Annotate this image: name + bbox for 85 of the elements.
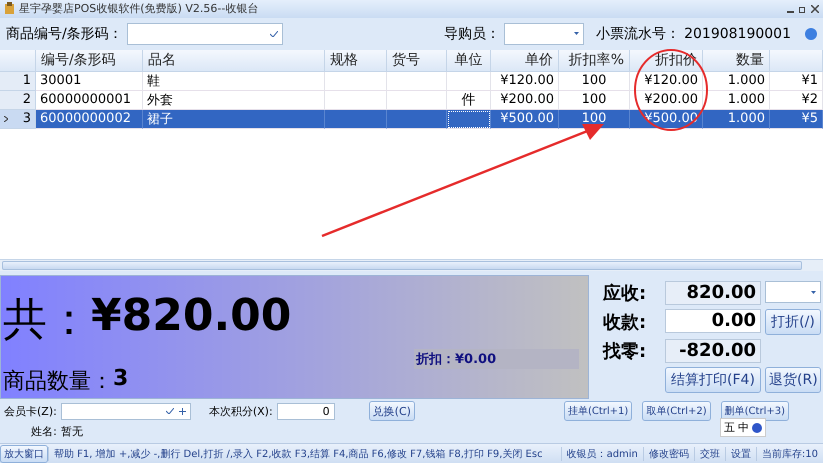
app-icon <box>4 2 15 16</box>
table-cell: 60000000002 <box>36 110 143 129</box>
status-item: 收银员：admin <box>560 446 643 461</box>
table-cell: ¥1 <box>770 72 823 91</box>
table-cell: 鞋 <box>143 72 325 91</box>
column-header[interactable]: 规格 <box>325 50 387 72</box>
table-cell <box>387 110 447 129</box>
discount-combo[interactable] <box>765 281 821 304</box>
help-icon[interactable] <box>752 422 762 432</box>
member-card-label: 会员卡(Z): <box>4 404 57 419</box>
total-label: 共： <box>3 293 91 348</box>
points-label: 本次积分(X): <box>208 404 273 419</box>
plus-icon[interactable] <box>178 408 186 415</box>
shortcut-help: 帮助 F1, 增加 +,减少 -,删行 Del,打折 /,录入 F2,收款 F3,结算 F4,商品 F6,修改 F7,钱箱 F8,打印 F9,关闭 Esc <box>48 446 561 461</box>
check-icon <box>166 408 174 414</box>
barcode-combo[interactable] <box>126 22 283 45</box>
guide-combo[interactable] <box>504 22 584 45</box>
payment-label: 找零: <box>603 340 648 364</box>
row-header[interactable]: 2 <box>0 90 36 110</box>
ime-toolbar[interactable]: 五 中 <box>720 418 766 437</box>
column-header[interactable]: 编号/条形码 <box>36 50 143 72</box>
count-label: 商品数量： <box>3 368 113 396</box>
table-cell <box>325 72 387 91</box>
row-number: 1 <box>22 73 31 88</box>
redeem-button[interactable]: 兑换(C) <box>368 401 415 422</box>
table-cell: ¥120.00 <box>491 72 559 91</box>
points-field[interactable]: 0 <box>276 402 335 420</box>
column-header[interactable]: 货号 <box>387 50 447 72</box>
close-icon[interactable] <box>811 4 819 13</box>
amount-field[interactable]: 0.00 <box>665 309 761 334</box>
table-cell: 30001 <box>36 72 143 91</box>
checkout-button[interactable]: 结算打印(F4) <box>665 367 761 394</box>
discount-button[interactable]: 打折(/) <box>765 309 821 336</box>
column-header[interactable]: 数量 <box>703 50 770 72</box>
action-button[interactable]: 挂单(Ctrl+1) <box>564 401 632 422</box>
restore-icon[interactable] <box>799 4 807 13</box>
status-item[interactable]: 修改密码 <box>642 446 694 461</box>
current-row-icon <box>4 116 8 122</box>
payment-label: 应收: <box>603 282 648 306</box>
amount-field: 820.00 <box>665 281 761 306</box>
row-number: 2 <box>22 92 31 108</box>
enlarge-button[interactable]: 放大窗口 <box>0 444 48 463</box>
help-icon[interactable] <box>805 28 817 40</box>
total-amount: ¥820.00 <box>91 290 292 344</box>
row-header[interactable]: 3 <box>0 110 36 129</box>
status-item[interactable]: 设置 <box>724 446 756 461</box>
member-card-field[interactable] <box>60 402 191 420</box>
action-button[interactable]: 删单(Ctrl+3) <box>720 401 789 422</box>
scrollbar-thumb[interactable] <box>2 261 802 270</box>
table-cell: 100 <box>559 72 630 91</box>
receipt-number: 201908190001 <box>684 26 791 42</box>
status-item[interactable]: 交班 <box>694 446 725 461</box>
table-cell: 裙子 <box>143 110 325 129</box>
table-cell <box>447 72 491 91</box>
caret-icon <box>574 32 580 36</box>
discount-total: 折扣：¥0.00 <box>414 349 579 370</box>
amount-field: -820.00 <box>665 339 761 364</box>
check-icon <box>270 30 278 37</box>
table-cell <box>325 110 387 129</box>
table-cell: ¥500.00 <box>491 110 559 129</box>
row-number: 3 <box>22 111 31 126</box>
item-count: 3 <box>113 366 128 394</box>
window-title: 星宇孕婴店POS收银软件(免费版) V2.56--收银台 <box>19 1 260 16</box>
return-button[interactable]: 退货(R) <box>765 367 821 394</box>
column-header[interactable]: 单价 <box>491 50 559 72</box>
barcode-label: 商品编号/条形码： <box>6 24 123 43</box>
row-header[interactable]: 1 <box>0 72 36 91</box>
guide-label: 导购员： <box>444 24 500 43</box>
action-button[interactable]: 取单(Ctrl+2) <box>642 401 711 422</box>
status-item: 当前库存:10 <box>756 446 823 461</box>
table-cell: 1.000 <box>703 72 770 91</box>
column-header[interactable]: 单位 <box>447 50 491 72</box>
table-cell: ¥5 <box>770 110 823 129</box>
table-cell: ¥120.00 <box>630 72 703 91</box>
receipt-label: 小票流水号： <box>596 24 680 43</box>
caret-icon <box>811 290 816 294</box>
name-label: 姓名: <box>30 424 57 439</box>
table-cell <box>447 110 491 129</box>
column-header[interactable]: 品名 <box>143 50 325 72</box>
table-cell: 1.000 <box>703 110 770 129</box>
member-name: 暂无 <box>60 424 84 439</box>
column-header[interactable]: 折扣率% <box>559 50 630 72</box>
payment-label: 收款: <box>603 311 648 336</box>
table-cell <box>387 72 447 91</box>
header-corner <box>0 50 36 72</box>
